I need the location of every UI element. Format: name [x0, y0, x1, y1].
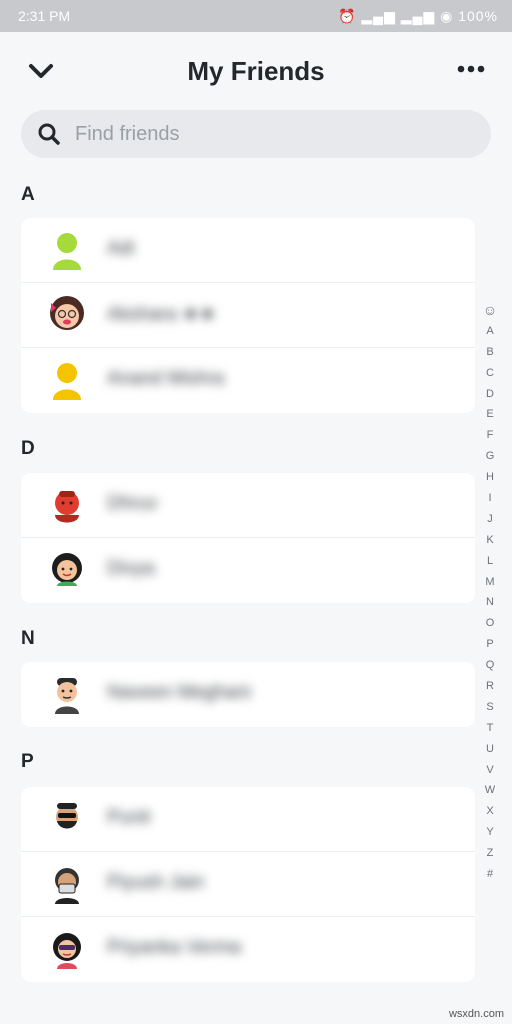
friend-name: Anand Mishra: [107, 368, 225, 389]
index-letter[interactable]: O: [478, 613, 502, 634]
bitmoji-avatar-icon: [43, 795, 91, 843]
index-smiley-icon[interactable]: ☺: [478, 300, 502, 321]
avatar-silhouette-icon: [43, 226, 91, 274]
avatar-silhouette-icon: [43, 356, 91, 404]
index-letter[interactable]: N: [478, 592, 502, 613]
friend-name: Divya: [107, 558, 155, 579]
bitmoji-avatar-icon: [43, 481, 91, 529]
index-letter[interactable]: Q: [478, 655, 502, 676]
friend-row[interactable]: Dhruv: [21, 473, 475, 538]
index-letter[interactable]: U: [478, 739, 502, 760]
search-bar: [21, 110, 491, 158]
friends-card-a: Adi Akshara ★★ Anand Mishra: [21, 218, 475, 413]
index-letter[interactable]: W: [478, 780, 502, 801]
index-letter[interactable]: V: [478, 760, 502, 781]
section-header-n: N: [21, 628, 35, 649]
friend-name: Naveen Meghani: [107, 682, 251, 703]
index-letter[interactable]: E: [478, 404, 502, 425]
header: My Friends: [0, 32, 512, 108]
index-letter[interactable]: J: [478, 509, 502, 530]
friend-row[interactable]: Akshara ★★: [21, 283, 475, 348]
friend-row[interactable]: Divya: [21, 538, 475, 603]
bitmoji-avatar-icon: [43, 860, 91, 908]
index-letter[interactable]: R: [478, 676, 502, 697]
index-letter[interactable]: S: [478, 697, 502, 718]
index-letter[interactable]: D: [478, 384, 502, 405]
watermark: wsxdn.com: [448, 1008, 504, 1020]
friends-card-n: Naveen Meghani: [21, 662, 475, 727]
friends-card-d: Dhruv Divya: [21, 473, 475, 603]
friend-row[interactable]: Punit: [21, 787, 475, 852]
index-letter[interactable]: I: [478, 488, 502, 509]
status-icons: ⏰ ▂▄▆ ▂▄▆ ◉ 100%: [338, 8, 498, 24]
search-icon: [37, 122, 61, 146]
alphabet-index[interactable]: ☺ A B C D E F G H I J K L M N O P Q R S …: [478, 300, 502, 885]
status-bar: 2:31 PM ⏰ ▂▄▆ ▂▄▆ ◉ 100%: [0, 0, 512, 32]
index-letter[interactable]: G: [478, 446, 502, 467]
friend-row[interactable]: Naveen Meghani: [21, 662, 475, 727]
bitmoji-avatar-icon: [43, 670, 91, 718]
friend-row[interactable]: Adi: [21, 218, 475, 283]
friend-row[interactable]: Piyush Jain: [21, 852, 475, 917]
index-letter[interactable]: K: [478, 530, 502, 551]
index-letter[interactable]: A: [478, 321, 502, 342]
index-letter[interactable]: L: [478, 551, 502, 572]
friends-card-p: Punit Piyush Jain Priyanka Verma: [21, 787, 475, 982]
index-letter[interactable]: H: [478, 467, 502, 488]
friend-name: Priyanka Verma: [107, 937, 242, 958]
friend-name: Adi: [107, 238, 135, 259]
bitmoji-avatar-icon: [43, 546, 91, 594]
search-input[interactable]: [75, 110, 455, 158]
index-letter[interactable]: Z: [478, 843, 502, 864]
bitmoji-avatar-icon: [43, 925, 91, 973]
index-letter[interactable]: X: [478, 801, 502, 822]
index-letter[interactable]: M: [478, 572, 502, 593]
index-letter[interactable]: T: [478, 718, 502, 739]
index-letter[interactable]: P: [478, 634, 502, 655]
bitmoji-avatar-icon: [43, 291, 91, 339]
friend-name: Punit: [107, 807, 151, 828]
status-time: 2:31 PM: [18, 8, 71, 24]
index-letter[interactable]: F: [478, 425, 502, 446]
index-letter[interactable]: Y: [478, 822, 502, 843]
index-letter[interactable]: #: [478, 864, 502, 885]
friend-row[interactable]: Priyanka Verma: [21, 917, 475, 982]
page-title: My Friends: [187, 56, 325, 86]
section-header-a: A: [21, 184, 35, 205]
more-options-icon[interactable]: [454, 54, 488, 84]
friend-row[interactable]: Anand Mishra: [21, 348, 475, 413]
section-header-d: D: [21, 438, 35, 459]
friend-name: Piyush Jain: [107, 872, 205, 893]
friend-name: Akshara ★★: [107, 304, 217, 325]
friend-name: Dhruv: [107, 493, 158, 514]
index-letter[interactable]: C: [478, 363, 502, 384]
index-letter[interactable]: B: [478, 342, 502, 363]
section-header-p: P: [21, 751, 34, 772]
